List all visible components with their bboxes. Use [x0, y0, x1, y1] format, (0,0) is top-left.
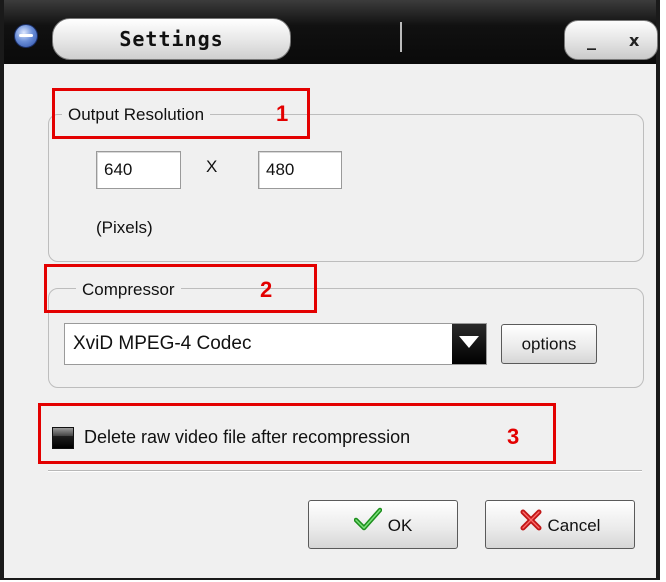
dropdown-arrow-icon[interactable]: [452, 324, 486, 364]
close-button[interactable]: x: [629, 21, 639, 59]
annotation-number-2: 2: [260, 277, 273, 302]
resolution-height-input[interactable]: 480: [258, 151, 342, 189]
minimize-button[interactable]: _: [587, 21, 596, 59]
title-divider: [400, 22, 402, 52]
footer-divider: [48, 470, 642, 472]
annotation-box-2: [44, 264, 317, 313]
options-button-label: options: [521, 334, 577, 354]
delete-raw-video-checkbox[interactable]: [52, 427, 74, 449]
cancel-button-label: Cancel: [547, 516, 601, 536]
ok-button-label: OK: [387, 516, 413, 536]
compressor-selected-value: XviD MPEG-4 Codec: [73, 333, 252, 354]
annotation-box-1: [52, 88, 310, 139]
resolution-separator: X: [206, 157, 218, 176]
checkmark-icon: [353, 502, 382, 549]
cancel-button[interactable]: Cancel: [485, 500, 635, 549]
cross-icon: [520, 502, 542, 549]
pixels-label: (Pixels): [96, 218, 153, 237]
annotation-number-1: 1: [276, 101, 289, 126]
window-title: Settings: [52, 18, 291, 60]
delete-raw-video-label[interactable]: Delete raw video file after recompressio…: [84, 427, 410, 448]
compressor-select[interactable]: XviD MPEG-4 Codec: [64, 323, 487, 365]
settings-dialog: Settings _ x Output Resolution 1 640 X 4…: [0, 0, 660, 580]
resolution-width-input[interactable]: 640: [96, 151, 181, 189]
ok-button[interactable]: OK: [308, 500, 458, 549]
title-bar[interactable]: Settings _ x: [4, 0, 658, 64]
compressor-options-button[interactable]: options: [501, 324, 597, 364]
app-orb-icon[interactable]: [14, 24, 38, 48]
annotation-number-3: 3: [507, 424, 520, 449]
window-controls: _ x: [564, 20, 658, 60]
